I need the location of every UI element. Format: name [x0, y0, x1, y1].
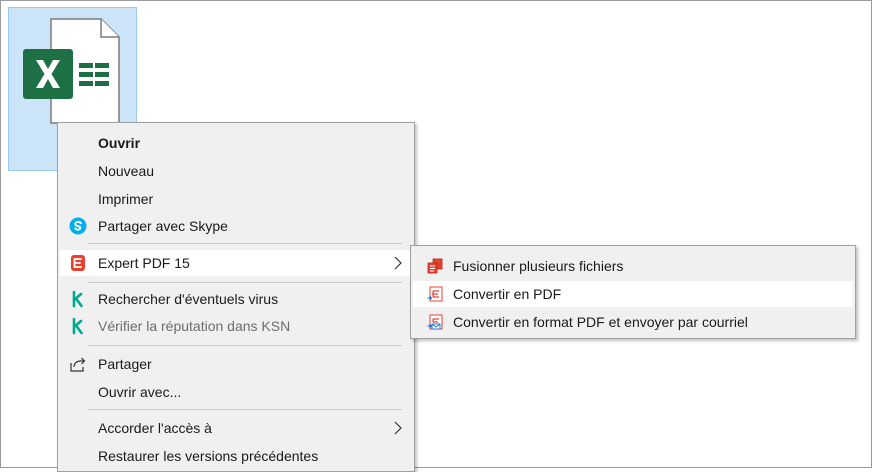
menu-item-label: Rechercher d'éventuels virus: [98, 291, 279, 307]
menu-item-expert-pdf[interactable]: Expert PDF 15: [60, 250, 412, 276]
menu-item-restore-versions[interactable]: Restaurer les versions précédentes: [60, 443, 412, 469]
menu-item-label: Partager avec Skype: [98, 218, 228, 234]
menu-item-label: Partager: [98, 356, 152, 372]
kaspersky-icon: [72, 290, 83, 308]
merge-pdf-icon: [427, 258, 443, 274]
menu-item-label: Accorder l'accès à: [98, 420, 212, 436]
submenu-item-label: Convertir en PDF: [453, 286, 562, 302]
context-menu: Ouvrir Nouveau Imprimer Partager avec Sk…: [57, 122, 415, 472]
menu-separator: [88, 345, 402, 346]
submenu-item-label: Fusionner plusieurs fichiers: [453, 258, 624, 274]
expert-pdf-icon: [71, 255, 85, 271]
menu-item-print[interactable]: Imprimer: [60, 186, 412, 212]
menu-item-open[interactable]: Ouvrir: [60, 130, 412, 156]
menu-item-new[interactable]: Nouveau: [60, 158, 412, 184]
menu-item-label: Restaurer les versions précédentes: [98, 448, 319, 464]
submenu-item-merge-files[interactable]: Fusionner plusieurs fichiers: [413, 253, 853, 279]
menu-item-label: Imprimer: [98, 191, 154, 207]
expert-pdf-submenu: Fusionner plusieurs fichiers Convertir e…: [410, 245, 856, 339]
menu-item-label: Expert PDF 15: [98, 255, 190, 271]
share-icon: [70, 357, 86, 372]
convert-pdf-email-icon: [427, 314, 443, 330]
kaspersky-icon: [72, 317, 83, 335]
menu-item-give-access[interactable]: Accorder l'accès à: [60, 415, 412, 441]
menu-item-scan-virus[interactable]: Rechercher d'éventuels virus: [60, 286, 412, 312]
submenu-item-convert-pdf-email[interactable]: Convertir en format PDF et envoyer par c…: [413, 309, 853, 335]
menu-separator: [88, 282, 402, 283]
menu-separator: [88, 243, 402, 244]
skype-icon: [69, 217, 87, 235]
menu-item-share[interactable]: Partager: [60, 351, 412, 377]
menu-item-label: Nouveau: [98, 163, 155, 179]
menu-item-open-with[interactable]: Ouvrir avec...: [60, 379, 412, 405]
convert-pdf-icon: [427, 286, 443, 302]
menu-item-label: Ouvrir avec...: [98, 384, 182, 400]
menu-item-label: Ouvrir: [98, 135, 141, 151]
submenu-item-label: Convertir en format PDF et envoyer par c…: [453, 314, 748, 330]
submenu-item-convert-pdf[interactable]: Convertir en PDF: [413, 281, 853, 307]
chevron-right-icon: [394, 256, 402, 270]
excel-file-icon: [23, 18, 120, 124]
menu-item-share-skype[interactable]: Partager avec Skype: [60, 213, 412, 239]
chevron-right-icon: [394, 421, 402, 435]
menu-separator: [88, 409, 402, 410]
menu-item-label: Vérifier la réputation dans KSN: [98, 318, 291, 334]
menu-item-check-ksn[interactable]: Vérifier la réputation dans KSN: [60, 313, 412, 339]
